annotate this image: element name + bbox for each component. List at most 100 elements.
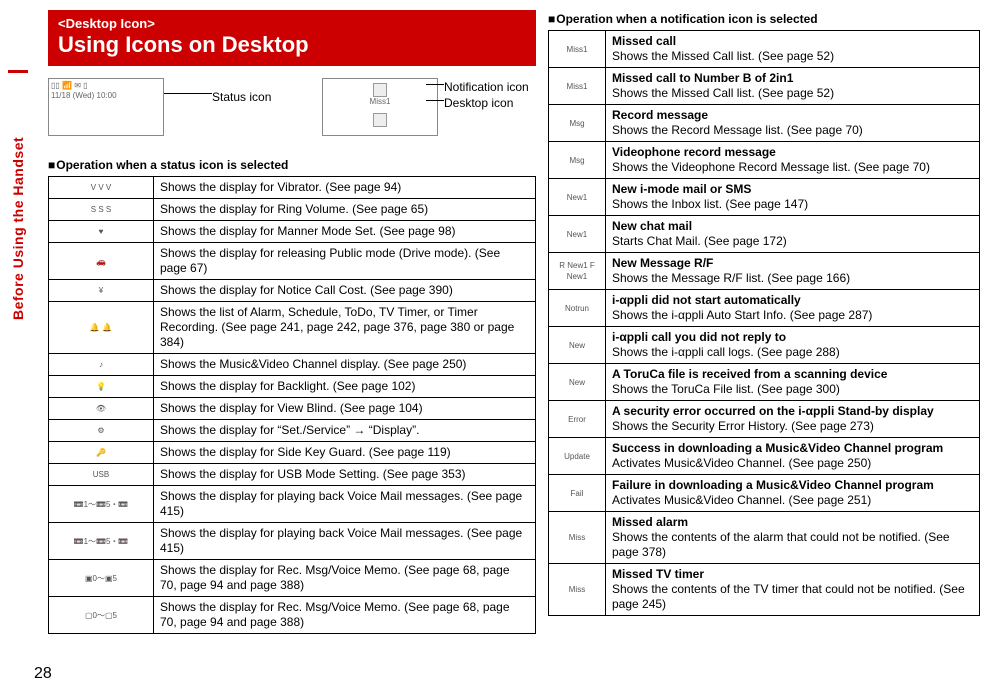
status-row-icon: ♪ — [49, 354, 154, 376]
table-row: MsgRecord messageShows the Record Messag… — [549, 105, 980, 142]
icon-diagram: ▯▯ 📶 ✉ ▯ 11/18 (Wed) 10:00 Status icon M… — [48, 78, 536, 150]
notification-row-bold: Missed TV timer — [612, 567, 704, 581]
notification-row-icon: Error — [549, 401, 606, 438]
section-header: <Desktop Icon> Using Icons on Desktop — [48, 10, 536, 66]
notification-row-icon: Miss1 — [549, 31, 606, 68]
status-row-text: Shows the Music&Video Channel display. (… — [154, 354, 536, 376]
status-row-icon: 📼1～📼5・📼 — [49, 486, 154, 523]
status-row-icon: S S S — [49, 199, 154, 221]
table-row: ¥Shows the display for Notice Call Cost.… — [49, 280, 536, 302]
table-row: ♪Shows the Music&Video Channel display. … — [49, 354, 536, 376]
status-row-icon: 🔑 — [49, 442, 154, 464]
notification-row-desc: Shows the i-αppli Auto Start Info. (See … — [612, 308, 872, 322]
table-row: USBShows the display for USB Mode Settin… — [49, 464, 536, 486]
header-title: Using Icons on Desktop — [58, 32, 526, 58]
notification-row-text: New i-mode mail or SMSShows the Inbox li… — [606, 179, 980, 216]
table-row: New1New chat mailStarts Chat Mail. (See … — [549, 216, 980, 253]
notification-row-text: New chat mailStarts Chat Mail. (See page… — [606, 216, 980, 253]
notification-row-icon: New1 — [549, 179, 606, 216]
notification-row-text: Failure in downloading a Music&Video Cha… — [606, 475, 980, 512]
notification-row-icon: Notrun — [549, 290, 606, 327]
status-row-icon: 📼1～📼5・📼 — [49, 523, 154, 560]
table-row: New1New i-mode mail or SMSShows the Inbo… — [549, 179, 980, 216]
table-row: MissMissed TV timerShows the contents of… — [549, 564, 980, 616]
table-row: ▢0～▢5Shows the display for Rec. Msg/Voic… — [49, 597, 536, 634]
notification-row-icon: R New1 F New1 — [549, 253, 606, 290]
table-row: 💡Shows the display for Backlight. (See p… — [49, 376, 536, 398]
table-row: 📼1～📼5・📼Shows the display for playing bac… — [49, 523, 536, 560]
status-bar-icons: ▯▯ 📶 ✉ ▯ — [51, 81, 161, 91]
status-row-icon: V V V — [49, 177, 154, 199]
table-row: MsgVideophone record messageShows the Vi… — [549, 142, 980, 179]
status-row-icon: 💡 — [49, 376, 154, 398]
notification-row-desc: Shows the Message R/F list. (See page 16… — [612, 271, 850, 285]
header-kicker: <Desktop Icon> — [58, 16, 526, 31]
notification-row-text: Missed alarmShows the contents of the al… — [606, 512, 980, 564]
notification-row-desc: Shows the ToruCa File list. (See page 30… — [612, 382, 840, 396]
notification-row-bold: New Message R/F — [612, 256, 713, 270]
status-row-text: Shows the display for “Set./Service” → “… — [154, 420, 536, 442]
status-icon-label: Status icon — [212, 90, 271, 104]
notification-row-desc: Shows the Security Error History. (See p… — [612, 419, 874, 433]
notification-row-text: Missed callShows the Missed Call list. (… — [606, 31, 980, 68]
side-tab: Before Using the Handset — [8, 70, 28, 383]
status-row-icon: ⚙ — [49, 420, 154, 442]
notification-row-text: Missed TV timerShows the contents of the… — [606, 564, 980, 616]
notification-row-text: Videophone record messageShows the Video… — [606, 142, 980, 179]
status-row-icon: ▢0～▢5 — [49, 597, 154, 634]
status-row-text: Shows the display for Rec. Msg/Voice Mem… — [154, 597, 536, 634]
table-row: NewA ToruCa file is received from a scan… — [549, 364, 980, 401]
notification-row-desc: Shows the contents of the TV timer that … — [612, 582, 965, 611]
section1-title: Operation when a status icon is selected — [48, 158, 536, 172]
status-icon-table: V V VShows the display for Vibrator. (Se… — [48, 176, 536, 634]
notification-row-bold: Missed call to Number B of 2in1 — [612, 71, 793, 85]
notification-row-bold: Record message — [612, 108, 708, 122]
notification-row-text: i-αppli call you did not reply toShows t… — [606, 327, 980, 364]
notification-row-bold: i-αppli call you did not reply to — [612, 330, 786, 344]
table-row: V V VShows the display for Vibrator. (Se… — [49, 177, 536, 199]
status-row-text: Shows the display for Ring Volume. (See … — [154, 199, 536, 221]
status-row-text: Shows the display for USB Mode Setting. … — [154, 464, 536, 486]
notification-row-desc: Shows the Record Message list. (See page… — [612, 123, 863, 137]
notification-row-bold: New i-mode mail or SMS — [612, 182, 751, 196]
status-row-text: Shows the list of Alarm, Schedule, ToDo,… — [154, 302, 536, 354]
miss-label: Miss1 — [325, 97, 435, 107]
notification-row-icon: Msg — [549, 142, 606, 179]
status-row-text: Shows the display for View Blind. (See p… — [154, 398, 536, 420]
section2-title: Operation when a notification icon is se… — [548, 12, 980, 26]
notification-row-bold: Failure in downloading a Music&Video Cha… — [612, 478, 934, 492]
notification-icon-table: Miss1Missed callShows the Missed Call li… — [548, 30, 980, 616]
table-row: ♥Shows the display for Manner Mode Set. … — [49, 221, 536, 243]
status-row-icon: 🔔 🔔 — [49, 302, 154, 354]
notification-row-text: A ToruCa file is received from a scannin… — [606, 364, 980, 401]
table-row: R New1 F New1New Message R/FShows the Me… — [549, 253, 980, 290]
status-row-icon: 👁 — [49, 398, 154, 420]
notification-row-bold: New chat mail — [612, 219, 692, 233]
status-screen-preview: ▯▯ 📶 ✉ ▯ 11/18 (Wed) 10:00 — [48, 78, 164, 136]
date-line: 11/18 (Wed) 10:00 — [51, 91, 161, 101]
table-row: 🔑Shows the display for Side Key Guard. (… — [49, 442, 536, 464]
table-row: FailFailure in downloading a Music&Video… — [549, 475, 980, 512]
notification-row-desc: Shows the contents of the alarm that cou… — [612, 530, 950, 559]
table-row: ⚙Shows the display for “Set./Service” → … — [49, 420, 536, 442]
table-row: UpdateSuccess in downloading a Music&Vid… — [549, 438, 980, 475]
table-row: 🔔 🔔Shows the list of Alarm, Schedule, To… — [49, 302, 536, 354]
desktop-icon-preview — [373, 113, 387, 127]
miss-icon — [373, 83, 387, 97]
notification-row-text: Record messageShows the Record Message l… — [606, 105, 980, 142]
notification-row-desc: Shows the Missed Call list. (See page 52… — [612, 49, 834, 63]
notification-row-text: New Message R/FShows the Message R/F lis… — [606, 253, 980, 290]
desktop-screen-preview: Miss1 — [322, 78, 438, 136]
notification-row-icon: Miss — [549, 512, 606, 564]
status-row-text: Shows the display for Notice Call Cost. … — [154, 280, 536, 302]
notification-row-desc: Activates Music&Video Channel. (See page… — [612, 493, 871, 507]
notification-row-bold: A ToruCa file is received from a scannin… — [612, 367, 887, 381]
status-row-text: Shows the display for releasing Public m… — [154, 243, 536, 280]
notification-row-icon: New — [549, 327, 606, 364]
status-row-icon: USB — [49, 464, 154, 486]
status-row-text: Shows the display for Rec. Msg/Voice Mem… — [154, 560, 536, 597]
status-row-icon: ♥ — [49, 221, 154, 243]
notification-row-desc: Starts Chat Mail. (See page 172) — [612, 234, 787, 248]
notification-row-text: i-αppli did not start automaticallyShows… — [606, 290, 980, 327]
notification-row-desc: Shows the Missed Call list. (See page 52… — [612, 86, 834, 100]
